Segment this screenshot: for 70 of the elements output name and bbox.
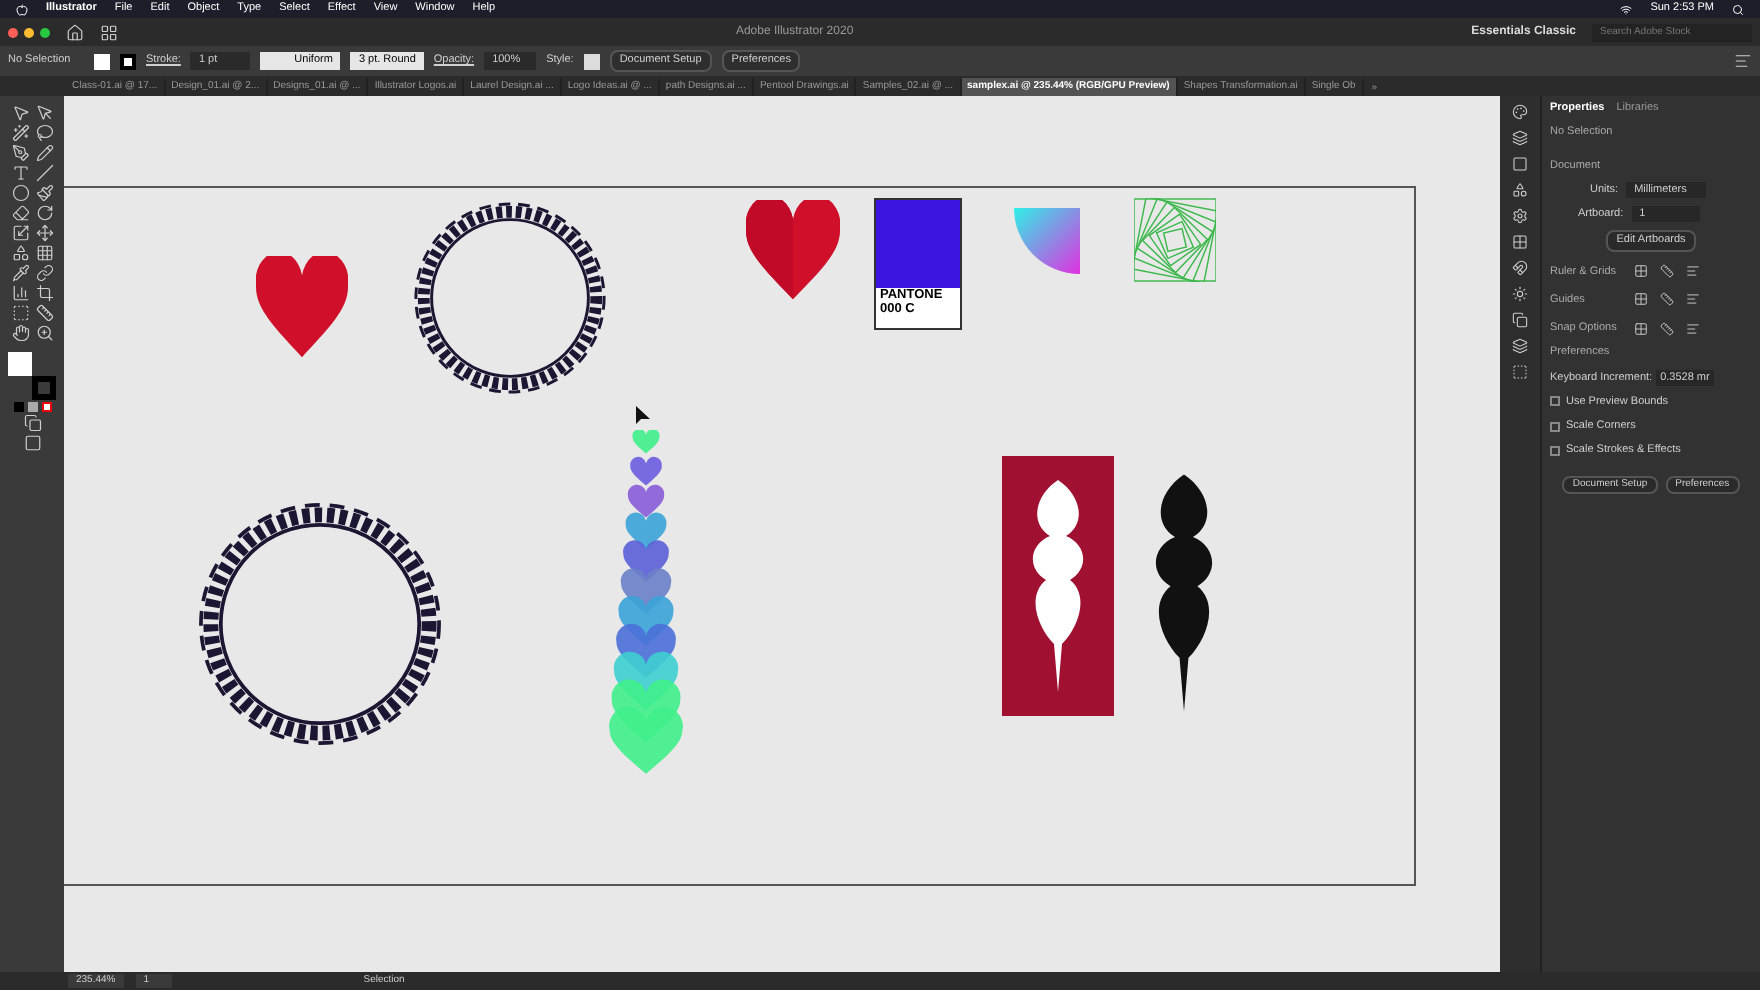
artboard-icon[interactable]	[11, 304, 29, 322]
eyedropper-icon[interactable]	[11, 264, 29, 282]
pen-tool-icon[interactable]	[11, 144, 29, 162]
align-option-icon[interactable]	[1686, 321, 1700, 336]
magic-wand-icon[interactable]	[11, 124, 29, 142]
layout-grid-icon[interactable]	[100, 23, 118, 41]
move-icon[interactable]	[35, 224, 53, 242]
none-mode-icon[interactable]	[41, 402, 51, 412]
paintbrush-icon[interactable]	[35, 184, 53, 202]
color-mode-icon[interactable]	[13, 402, 23, 412]
type-tool-icon[interactable]	[11, 164, 29, 182]
crop-icon[interactable]	[35, 284, 53, 302]
sun-icon[interactable]	[1512, 286, 1528, 302]
rotate-icon[interactable]	[35, 204, 53, 222]
heart-drawing	[746, 200, 840, 304]
wifi-icon[interactable]	[1620, 3, 1633, 15]
ruler-option-icon[interactable]	[1660, 292, 1674, 307]
gradient-quarter-circle-drawing	[1014, 208, 1080, 274]
spiral-square-drawing	[1134, 198, 1216, 282]
magnet-icon[interactable]	[1512, 260, 1528, 276]
stroke-swatch[interactable]	[120, 53, 136, 69]
ruler-option-icon[interactable]	[1660, 321, 1674, 336]
lasso-icon[interactable]	[35, 124, 53, 142]
checkbox[interactable]	[1550, 396, 1560, 407]
style-swatch[interactable]	[583, 53, 600, 69]
grid-option-icon[interactable]	[1634, 321, 1648, 336]
minimize-window-button[interactable]	[24, 27, 34, 37]
search-icon[interactable]	[1732, 3, 1744, 15]
close-window-button[interactable]	[8, 27, 18, 37]
hollow-pointer-icon[interactable]	[35, 104, 53, 122]
zoom-icon[interactable]	[35, 324, 53, 342]
layers-icon[interactable]	[1512, 338, 1528, 354]
grid-option-icon[interactable]	[1634, 292, 1648, 307]
gradient-mode-icon[interactable]	[27, 402, 37, 412]
shapes-icon[interactable]	[1512, 182, 1528, 198]
ruler-option-icon[interactable]	[1660, 264, 1674, 279]
layers-icon[interactable]	[1512, 130, 1528, 146]
eraser-icon[interactable]	[11, 204, 29, 222]
align-option-icon[interactable]	[1686, 264, 1700, 279]
screen-mode-icon[interactable]	[23, 434, 41, 452]
mesh-grid-icon[interactable]	[35, 244, 53, 262]
square-icon[interactable]	[1512, 156, 1528, 172]
align-option-icon[interactable]	[1686, 292, 1700, 307]
fill-swatch[interactable]	[94, 53, 110, 69]
home-icon[interactable]	[66, 23, 84, 41]
checkbox[interactable]	[1550, 421, 1560, 432]
color-swatch	[876, 200, 960, 288]
pencil-icon[interactable]	[35, 144, 53, 162]
draw-mode-icon[interactable]	[23, 414, 41, 432]
hand-tool-icon[interactable]	[11, 324, 29, 342]
align-icon[interactable]	[1734, 52, 1752, 70]
shapes-icon[interactable]	[11, 244, 29, 262]
copy-icon[interactable]	[1512, 312, 1528, 328]
settings-icon[interactable]	[1512, 208, 1528, 224]
line-tool-icon[interactable]	[35, 164, 53, 182]
zoom-window-button[interactable]	[40, 27, 50, 37]
arrow-pointer-icon[interactable]	[11, 104, 29, 122]
scale-icon[interactable]	[11, 224, 29, 242]
bar-chart-icon[interactable]	[11, 284, 29, 302]
mouse-cursor-icon	[636, 406, 650, 426]
stroke-color-swatch[interactable]	[32, 376, 56, 400]
apple-logo-icon[interactable]	[16, 3, 28, 15]
palette-icon[interactable]	[1512, 104, 1528, 120]
ellipse-tool-icon[interactable]	[11, 184, 29, 202]
ruler-icon[interactable]	[35, 304, 53, 322]
heart-drawing	[256, 256, 348, 362]
grid-option-icon[interactable]	[1634, 264, 1648, 279]
checkbox[interactable]	[1550, 445, 1560, 456]
grid-icon[interactable]	[1512, 234, 1528, 250]
fill-color-swatch[interactable]	[8, 352, 32, 376]
